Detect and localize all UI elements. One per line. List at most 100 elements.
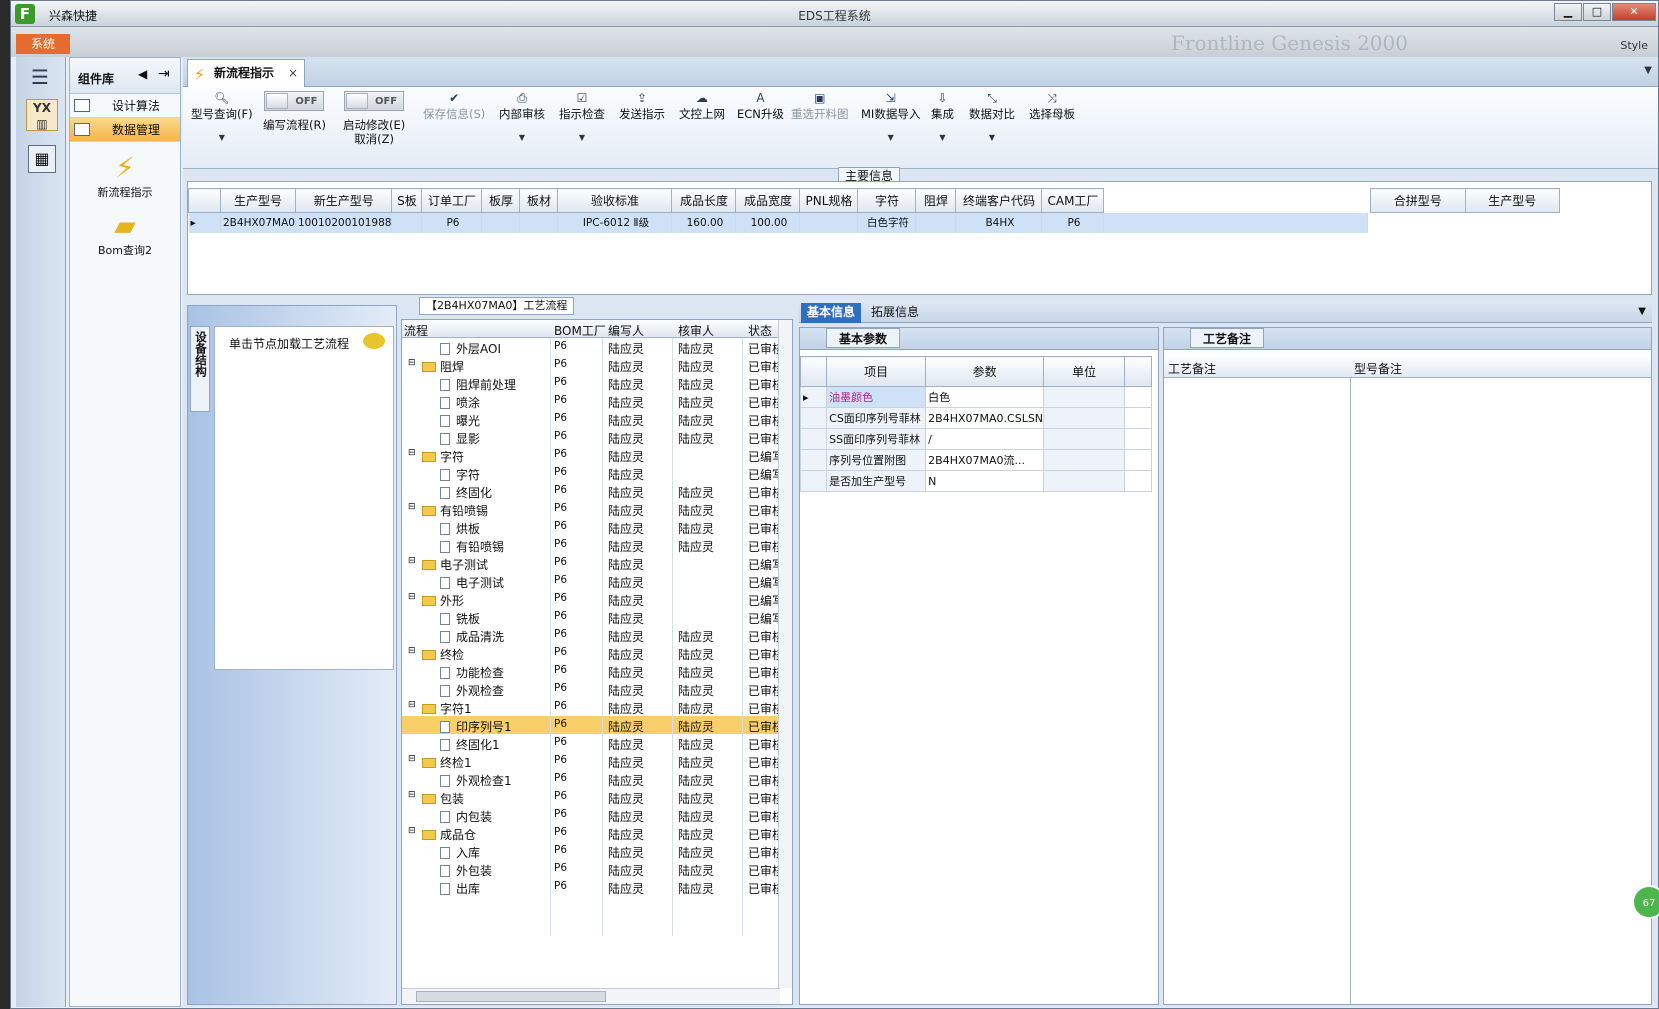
tool-bom-query[interactable]: ▰ Bom查询2 bbox=[70, 210, 180, 258]
col-header[interactable]: 合拼型号 bbox=[1370, 188, 1466, 213]
toggle-switch[interactable]: OFF bbox=[264, 91, 325, 111]
pin-icon[interactable]: ⇥ bbox=[158, 66, 170, 82]
col-header[interactable]: 订单工厂 bbox=[421, 188, 483, 213]
col-header[interactable]: 单位 bbox=[1043, 356, 1126, 387]
cell[interactable]: 白色字符 bbox=[857, 212, 917, 233]
close-button[interactable]: ✕ bbox=[1612, 3, 1656, 21]
col-header[interactable]: 终端客户代码 bbox=[955, 188, 1043, 213]
tab-close-icon[interactable]: × bbox=[288, 60, 298, 86]
flow-row[interactable]: ⊟ 终检1 P6 陆应灵 陆应灵 已审核 bbox=[402, 752, 792, 770]
param-unit[interactable] bbox=[1043, 449, 1126, 471]
cancel-label[interactable]: 取消(Z) bbox=[343, 132, 405, 146]
style-menu[interactable]: Style bbox=[1620, 39, 1648, 52]
param-value[interactable]: / bbox=[925, 428, 1045, 450]
cell[interactable]: 10010200101988 bbox=[295, 212, 393, 233]
col-header[interactable]: 生产型号 bbox=[1464, 188, 1560, 213]
flow-row[interactable]: 成品清洗 P6 陆应灵 陆应灵 已审核 bbox=[402, 626, 792, 644]
status-badge[interactable]: 67 bbox=[1632, 885, 1659, 919]
cell[interactable]: 2B4HX07MA0 bbox=[220, 212, 296, 233]
param-row[interactable]: 序列号位置附图 2B4HX07MA0流... bbox=[799, 449, 1152, 471]
comp-item-data[interactable]: 数据管理 bbox=[70, 118, 180, 142]
flow-row[interactable]: ⊟ 字符1 P6 陆应灵 陆应灵 已审核 bbox=[402, 698, 792, 716]
flow-row[interactable]: 入库 P6 陆应灵 陆应灵 已审核 bbox=[402, 842, 792, 860]
collapse-icon[interactable]: ⊟ bbox=[408, 502, 416, 512]
model-notes-textarea[interactable] bbox=[1354, 380, 1550, 1000]
tab-new-flow[interactable]: ⚡ 新流程指示 × bbox=[187, 59, 305, 87]
internal-review-button[interactable]: ⎙ 内部审核 ▼ bbox=[499, 91, 545, 145]
param-row[interactable]: ▸ 油墨颜色 白色 bbox=[799, 386, 1152, 408]
tool-new-flow[interactable]: ⚡ 新流程指示 bbox=[70, 152, 180, 200]
param-value[interactable]: N bbox=[925, 470, 1045, 492]
flow-row[interactable]: 终固化1 P6 陆应灵 陆应灵 已审核 bbox=[402, 734, 792, 752]
process-notes-textarea[interactable] bbox=[1166, 380, 1346, 1000]
col-header[interactable]: 流程 bbox=[404, 322, 428, 339]
col-header[interactable]: PNL规格 bbox=[799, 188, 859, 213]
collapse-icon[interactable]: ⊟ bbox=[408, 448, 416, 458]
collapse-arrow-icon[interactable]: ◀ bbox=[138, 67, 147, 81]
flow-row[interactable]: 内包装 P6 陆应灵 陆应灵 已审核 bbox=[402, 806, 792, 824]
horizontal-scrollbar[interactable] bbox=[402, 988, 780, 1004]
param-unit[interactable] bbox=[1043, 428, 1126, 450]
dropdown-arrow-icon[interactable]: ▼ bbox=[1638, 306, 1646, 317]
dropdown-arrow-icon[interactable]: ▼ bbox=[1644, 65, 1652, 76]
edit-flow-toggle[interactable]: OFF 编写流程(R) bbox=[263, 91, 326, 132]
col-header[interactable]: 生产型号 bbox=[220, 188, 296, 213]
param-row[interactable]: 是否加生产型号 N bbox=[799, 470, 1152, 492]
reselect-button[interactable]: ▣ 重选开料图 bbox=[791, 91, 849, 121]
param-value[interactable]: 2B4HX07MA0流... bbox=[925, 449, 1045, 471]
flow-row[interactable]: 喷涂 P6 陆应灵 陆应灵 已审核 bbox=[402, 392, 792, 410]
flow-row[interactable]: 字符 P6 陆应灵 已编写 bbox=[402, 464, 792, 482]
flow-row[interactable]: 阻焊前处理 P6 陆应灵 陆应灵 已审核 bbox=[402, 374, 792, 392]
calculator-icon[interactable]: ▦ bbox=[28, 145, 56, 173]
collapse-icon[interactable]: ⊟ bbox=[408, 358, 416, 368]
col-header[interactable]: 成品长度 bbox=[671, 188, 737, 213]
param-unit[interactable] bbox=[1043, 470, 1126, 492]
cell[interactable] bbox=[799, 212, 859, 233]
select-master-button[interactable]: ⤨ 选择母板 bbox=[1029, 91, 1075, 121]
flow-row[interactable]: ⊟ 电子测试 P6 陆应灵 已编写 bbox=[402, 554, 792, 572]
flow-row[interactable]: 外包装 P6 陆应灵 陆应灵 已审核 bbox=[402, 860, 792, 878]
col-header[interactable]: 成品宽度 bbox=[735, 188, 801, 213]
integrate-button[interactable]: ⇩ 集成 ▼ bbox=[931, 91, 954, 145]
tab-basic-info[interactable]: 基本信息 bbox=[801, 303, 862, 323]
collapse-icon[interactable]: ⊟ bbox=[408, 592, 416, 602]
col-header[interactable]: CAM工厂 bbox=[1041, 188, 1105, 213]
flow-row[interactable]: 终固化 P6 陆应灵 陆应灵 已审核 bbox=[402, 482, 792, 500]
maximize-button[interactable]: □ bbox=[1583, 3, 1611, 21]
param-row[interactable]: SS面印序列号菲林 / bbox=[799, 428, 1152, 450]
col-header[interactable]: 字符 bbox=[857, 188, 917, 213]
compare-button[interactable]: ⤡ 数据对比 ▼ bbox=[969, 91, 1015, 145]
flow-row[interactable]: 外观检查 P6 陆应灵 陆应灵 已审核 bbox=[402, 680, 792, 698]
collapse-icon[interactable]: ⊟ bbox=[408, 556, 416, 566]
flow-row[interactable]: ⊟ 外形 P6 陆应灵 已编写 bbox=[402, 590, 792, 608]
doc-upload-button[interactable]: ☁ 文控上网 bbox=[679, 91, 725, 121]
flow-row[interactable]: 曝光 P6 陆应灵 陆应灵 已审核 bbox=[402, 410, 792, 428]
flow-row[interactable]: 功能检查 P6 陆应灵 陆应灵 已审核 bbox=[402, 662, 792, 680]
minimize-button[interactable]: ▁ bbox=[1554, 3, 1582, 21]
factory-icon[interactable]: YX ▥ bbox=[26, 99, 58, 131]
tab-structure[interactable]: 设备结构 bbox=[190, 326, 210, 412]
cell[interactable]: 160.00 bbox=[671, 212, 737, 233]
flow-row[interactable]: ⊟ 包装 P6 陆应灵 陆应灵 已审核 bbox=[402, 788, 792, 806]
collapse-icon[interactable]: ⊟ bbox=[408, 790, 416, 800]
indication-check-button[interactable]: ☑ 指示检查 ▼ bbox=[559, 91, 605, 145]
comment-icon[interactable] bbox=[363, 333, 385, 349]
comp-item-design[interactable]: 设计算法 bbox=[70, 94, 180, 118]
flow-row[interactable]: ⊟ 成品仓 P6 陆应灵 陆应灵 已审核 bbox=[402, 824, 792, 842]
col-header[interactable]: 板厚 bbox=[481, 188, 521, 213]
flow-row[interactable]: ⊟ 阻焊 P6 陆应灵 陆应灵 已审核 bbox=[402, 356, 792, 374]
flow-row[interactable]: 烘板 P6 陆应灵 陆应灵 已审核 bbox=[402, 518, 792, 536]
toggle-switch[interactable]: OFF bbox=[344, 91, 405, 111]
cell[interactable] bbox=[519, 212, 559, 233]
col-header[interactable]: 参数 bbox=[925, 356, 1045, 387]
menu-icon[interactable]: ☰ bbox=[31, 65, 49, 89]
collapse-icon[interactable]: ⊟ bbox=[408, 754, 416, 764]
send-button[interactable]: ⇪ 发送指示 bbox=[619, 91, 665, 121]
flow-row[interactable]: 显影 P6 陆应灵 陆应灵 已审核 bbox=[402, 428, 792, 446]
col-header[interactable]: 核审人 bbox=[678, 322, 714, 339]
param-row[interactable]: CS面印序列号菲林 2B4HX07MA0.CSLSN bbox=[799, 407, 1152, 429]
mi-import-button[interactable]: ⇲ MI数据导入 ▼ bbox=[861, 91, 920, 145]
cell[interactable]: P6 bbox=[421, 212, 483, 233]
flow-row[interactable]: ⊟ 有铅喷锡 P6 陆应灵 陆应灵 已审核 bbox=[402, 500, 792, 518]
collapse-icon[interactable]: ⊟ bbox=[408, 646, 416, 656]
